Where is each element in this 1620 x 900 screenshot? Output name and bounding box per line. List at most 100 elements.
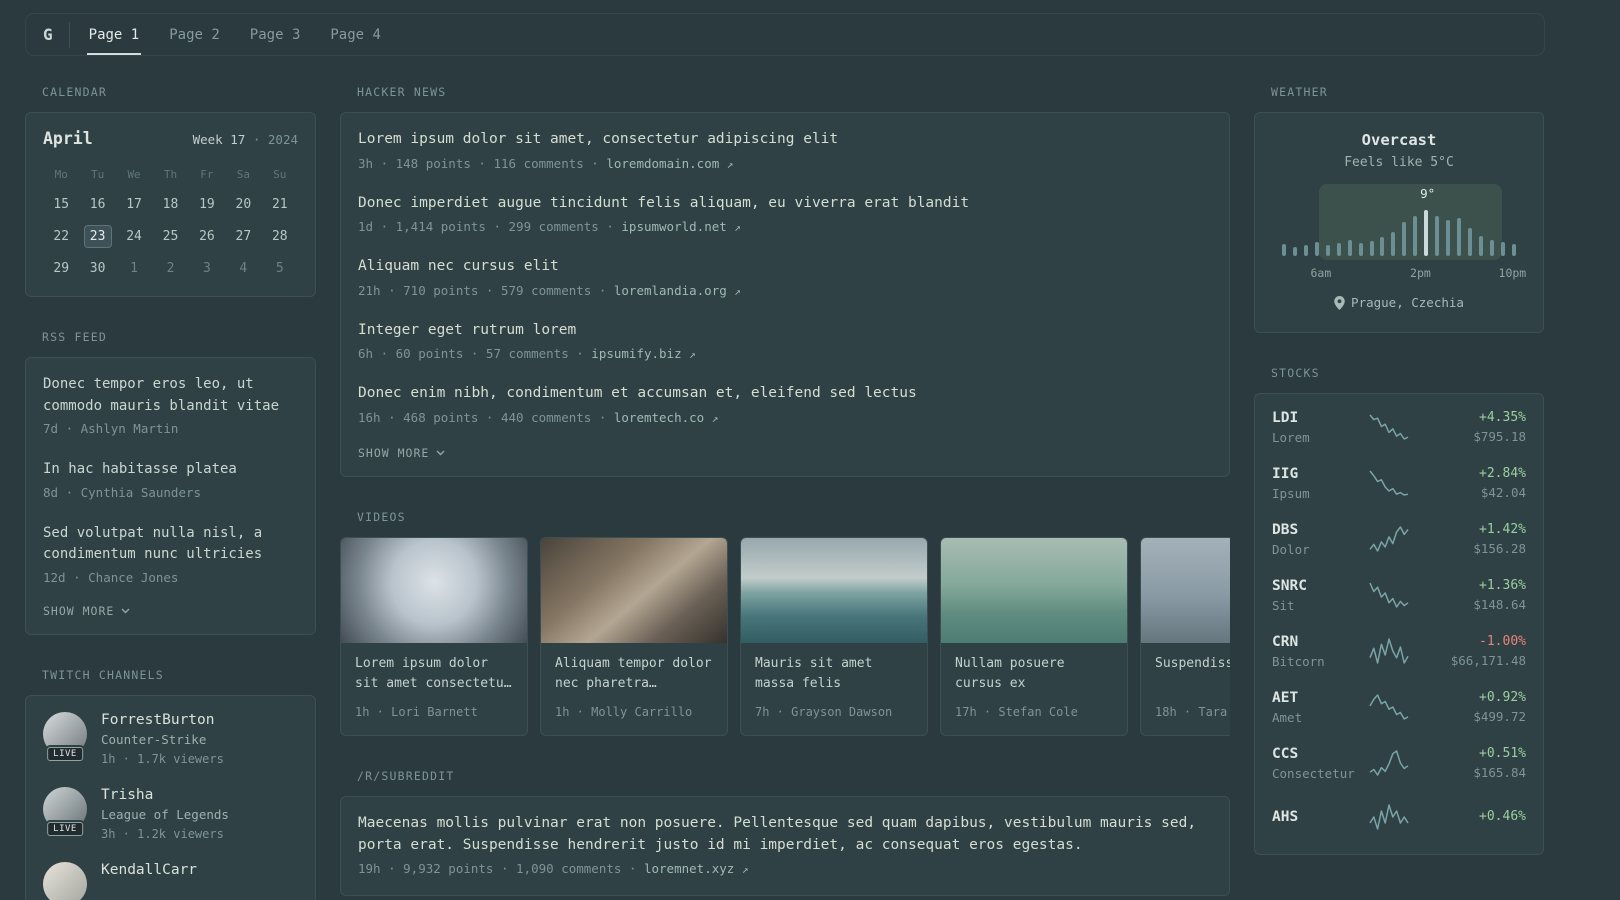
- video-thumbnail: [941, 537, 1127, 643]
- videos-section: VIDEOS Lorem ipsum dolor sit amet consec…: [340, 510, 1230, 736]
- weather-bar: [1446, 220, 1451, 256]
- tab-page-2[interactable]: Page 2: [167, 14, 222, 55]
- weather-time-label: 10pm: [1498, 266, 1527, 280]
- weather-bar: [1292, 247, 1297, 256]
- app-logo[interactable]: G: [41, 25, 53, 44]
- weather-bar: [1478, 236, 1483, 256]
- rss-item-title[interactable]: In hac habitasse platea: [43, 459, 298, 481]
- stock-price: $795.18: [1473, 429, 1526, 444]
- stock-info: LDI Lorem: [1272, 410, 1356, 445]
- live-badge: LIVE: [47, 746, 83, 761]
- video-meta: 1h · Lori Barnett: [355, 704, 478, 719]
- hn-item: Aliquam nec cursus elit 21h · 710 points …: [358, 256, 1212, 301]
- stock-price: $148.64: [1473, 597, 1526, 612]
- stock-symbol[interactable]: CRN: [1272, 634, 1356, 650]
- tab-page-1[interactable]: Page 1: [86, 14, 142, 55]
- chevron-down-icon: [121, 608, 130, 614]
- hn-domain-link[interactable]: ipsumworld.net ↗: [621, 219, 741, 234]
- stock-change: +2.84%: [1479, 466, 1526, 481]
- weather-bar: [1413, 216, 1418, 256]
- video-title: Lorem ipsum dolor sit amet consectetu…: [355, 655, 512, 691]
- video-card[interactable]: Mauris sit amet massa felis 7h · Grayson …: [740, 536, 928, 736]
- show-more-label: SHOW MORE: [358, 445, 430, 460]
- twitch-game[interactable]: Counter-Strike: [101, 732, 224, 747]
- rss-item-meta: 8d · Cynthia Saunders: [43, 484, 202, 500]
- video-info: Suspendisse diam 18h · Tara: [1141, 643, 1230, 735]
- video-title: Mauris sit amet massa felis: [755, 655, 873, 691]
- twitch-channel-name[interactable]: ForrestBurton: [101, 712, 224, 728]
- video-card[interactable]: Nullam posuere cursus ex 17h · Stefan Col…: [940, 536, 1128, 736]
- calendar-day: 1: [130, 261, 138, 276]
- rss-item-title[interactable]: Donec tempor eros leo, ut commodo mauris…: [43, 374, 298, 417]
- hn-title[interactable]: Lorem ipsum dolor sit amet, consectetur …: [358, 129, 1212, 151]
- twitch-game[interactable]: League of Legends: [101, 807, 229, 822]
- calendar-day: 20: [235, 197, 252, 212]
- calendar-day-header: Tu: [91, 167, 105, 181]
- hn-title[interactable]: Donec imperdiet augue tincidunt felis al…: [358, 193, 1212, 215]
- rss-show-more-button[interactable]: SHOW MORE: [43, 602, 130, 618]
- hn-domain-link[interactable]: loremlandia.org ↗: [614, 283, 741, 298]
- tab-page-3[interactable]: Page 3: [248, 14, 303, 55]
- stock-price: $42.04: [1480, 485, 1526, 500]
- subreddit-card: Maecenas mollis pulvinar erat non posuer…: [340, 795, 1230, 897]
- stock-info: DBS Dolor: [1272, 522, 1356, 557]
- topbar: G Page 1 Page 2 Page 3 Page 4: [25, 13, 1545, 56]
- hn-meta: 21h · 710 points · 579 comments · loreml…: [358, 282, 741, 298]
- stock-sparkline: [1356, 468, 1422, 498]
- twitch-avatar: LIVE: [43, 711, 87, 761]
- stock-sparkline: [1356, 692, 1422, 722]
- hn-meta: 6h · 60 points · 57 comments · ipsumify.…: [358, 346, 696, 362]
- weather-bar: [1336, 243, 1341, 256]
- stock-symbol[interactable]: IIG: [1272, 466, 1356, 482]
- stock-row: CCS Consectetur +0.51% $165.84: [1272, 746, 1526, 781]
- subreddit-title[interactable]: Maecenas mollis pulvinar erat non posuer…: [358, 813, 1212, 857]
- hackernews-show-more-button[interactable]: SHOW MORE: [358, 444, 445, 460]
- hn-title[interactable]: Integer eget rutrum lorem: [358, 320, 1212, 342]
- rss-item: Donec tempor eros leo, ut commodo mauris…: [43, 374, 298, 439]
- section-title-rss: RSS FEED: [42, 330, 107, 344]
- twitch-channel-name[interactable]: KendallCarr: [101, 862, 197, 878]
- stock-values: +0.51% $165.84: [1422, 746, 1526, 780]
- stock-symbol[interactable]: CCS: [1272, 746, 1356, 762]
- video-info: Mauris sit amet massa felis 7h · Grayson …: [741, 643, 927, 735]
- stock-row: AET Amet +0.92% $499.72: [1272, 690, 1526, 725]
- video-thumbnail: [541, 537, 727, 643]
- stock-symbol[interactable]: LDI: [1272, 410, 1356, 426]
- calendar-day: 29: [53, 261, 70, 276]
- stock-symbol[interactable]: AET: [1272, 690, 1356, 706]
- weather-location: Prague, Czechia: [1334, 295, 1464, 310]
- stock-name: Dolor: [1272, 541, 1310, 557]
- stock-values: +4.35% $795.18: [1422, 410, 1526, 444]
- stock-symbol[interactable]: DBS: [1272, 522, 1356, 538]
- tab-page-4[interactable]: Page 4: [328, 14, 383, 55]
- location-pin-icon: [1334, 295, 1345, 310]
- subreddit-list: Maecenas mollis pulvinar erat non posuer…: [358, 813, 1212, 879]
- stocks-section: STOCKS LDI Lorem +4.35% $795.18 IIG Ipsum +2.8…: [1254, 366, 1544, 855]
- calendar-day: 26: [199, 229, 215, 244]
- twitch-channel-name[interactable]: Trisha: [101, 787, 229, 803]
- calendar-grid: Mo Tu We Th Fr Sa Su 15 16 17 18 19 20 21 22 23 24 25 26 27…: [43, 164, 298, 280]
- stock-info: AET Amet: [1272, 690, 1356, 725]
- rss-card: Donec tempor eros leo, ut commodo mauris…: [25, 357, 316, 635]
- video-card[interactable]: Suspendisse diam 18h · Tara: [1140, 536, 1230, 736]
- subreddit-domain-link[interactable]: loremnet.xyz ↗: [644, 861, 748, 876]
- video-card[interactable]: Lorem ipsum dolor sit amet consectetu… 1h…: [340, 536, 528, 736]
- rss-item-title[interactable]: Sed volutpat nulla nisl, a condimentum n…: [43, 523, 298, 566]
- hn-domain-link[interactable]: loremdomain.com ↗: [606, 156, 733, 171]
- hackernews-card: Lorem ipsum dolor sit amet, consectetur …: [340, 112, 1230, 477]
- stock-row: IIG Ipsum +2.84% $42.04: [1272, 466, 1526, 501]
- weather-bar: [1457, 218, 1461, 256]
- stock-symbol[interactable]: SNRC: [1272, 578, 1356, 594]
- hn-domain-link[interactable]: ipsumify.biz ↗: [591, 346, 695, 361]
- hn-title[interactable]: Donec enim nibh, condimentum et accumsan…: [358, 383, 1212, 405]
- weather-bar: [1369, 241, 1374, 256]
- video-card[interactable]: Aliquam tempor dolor nec pharetra… 1h · M…: [540, 536, 728, 736]
- calendar-day: 15: [53, 197, 70, 212]
- stock-symbol[interactable]: AHS: [1272, 809, 1356, 825]
- hn-domain-link[interactable]: loremtech.co ↗: [614, 410, 718, 425]
- weather-location-label: Prague, Czechia: [1351, 295, 1464, 310]
- calendar-day: 4: [239, 261, 248, 276]
- stock-change: +0.92%: [1479, 690, 1526, 705]
- hn-title[interactable]: Aliquam nec cursus elit: [358, 256, 1212, 278]
- calendar-day-header: Su: [273, 167, 287, 181]
